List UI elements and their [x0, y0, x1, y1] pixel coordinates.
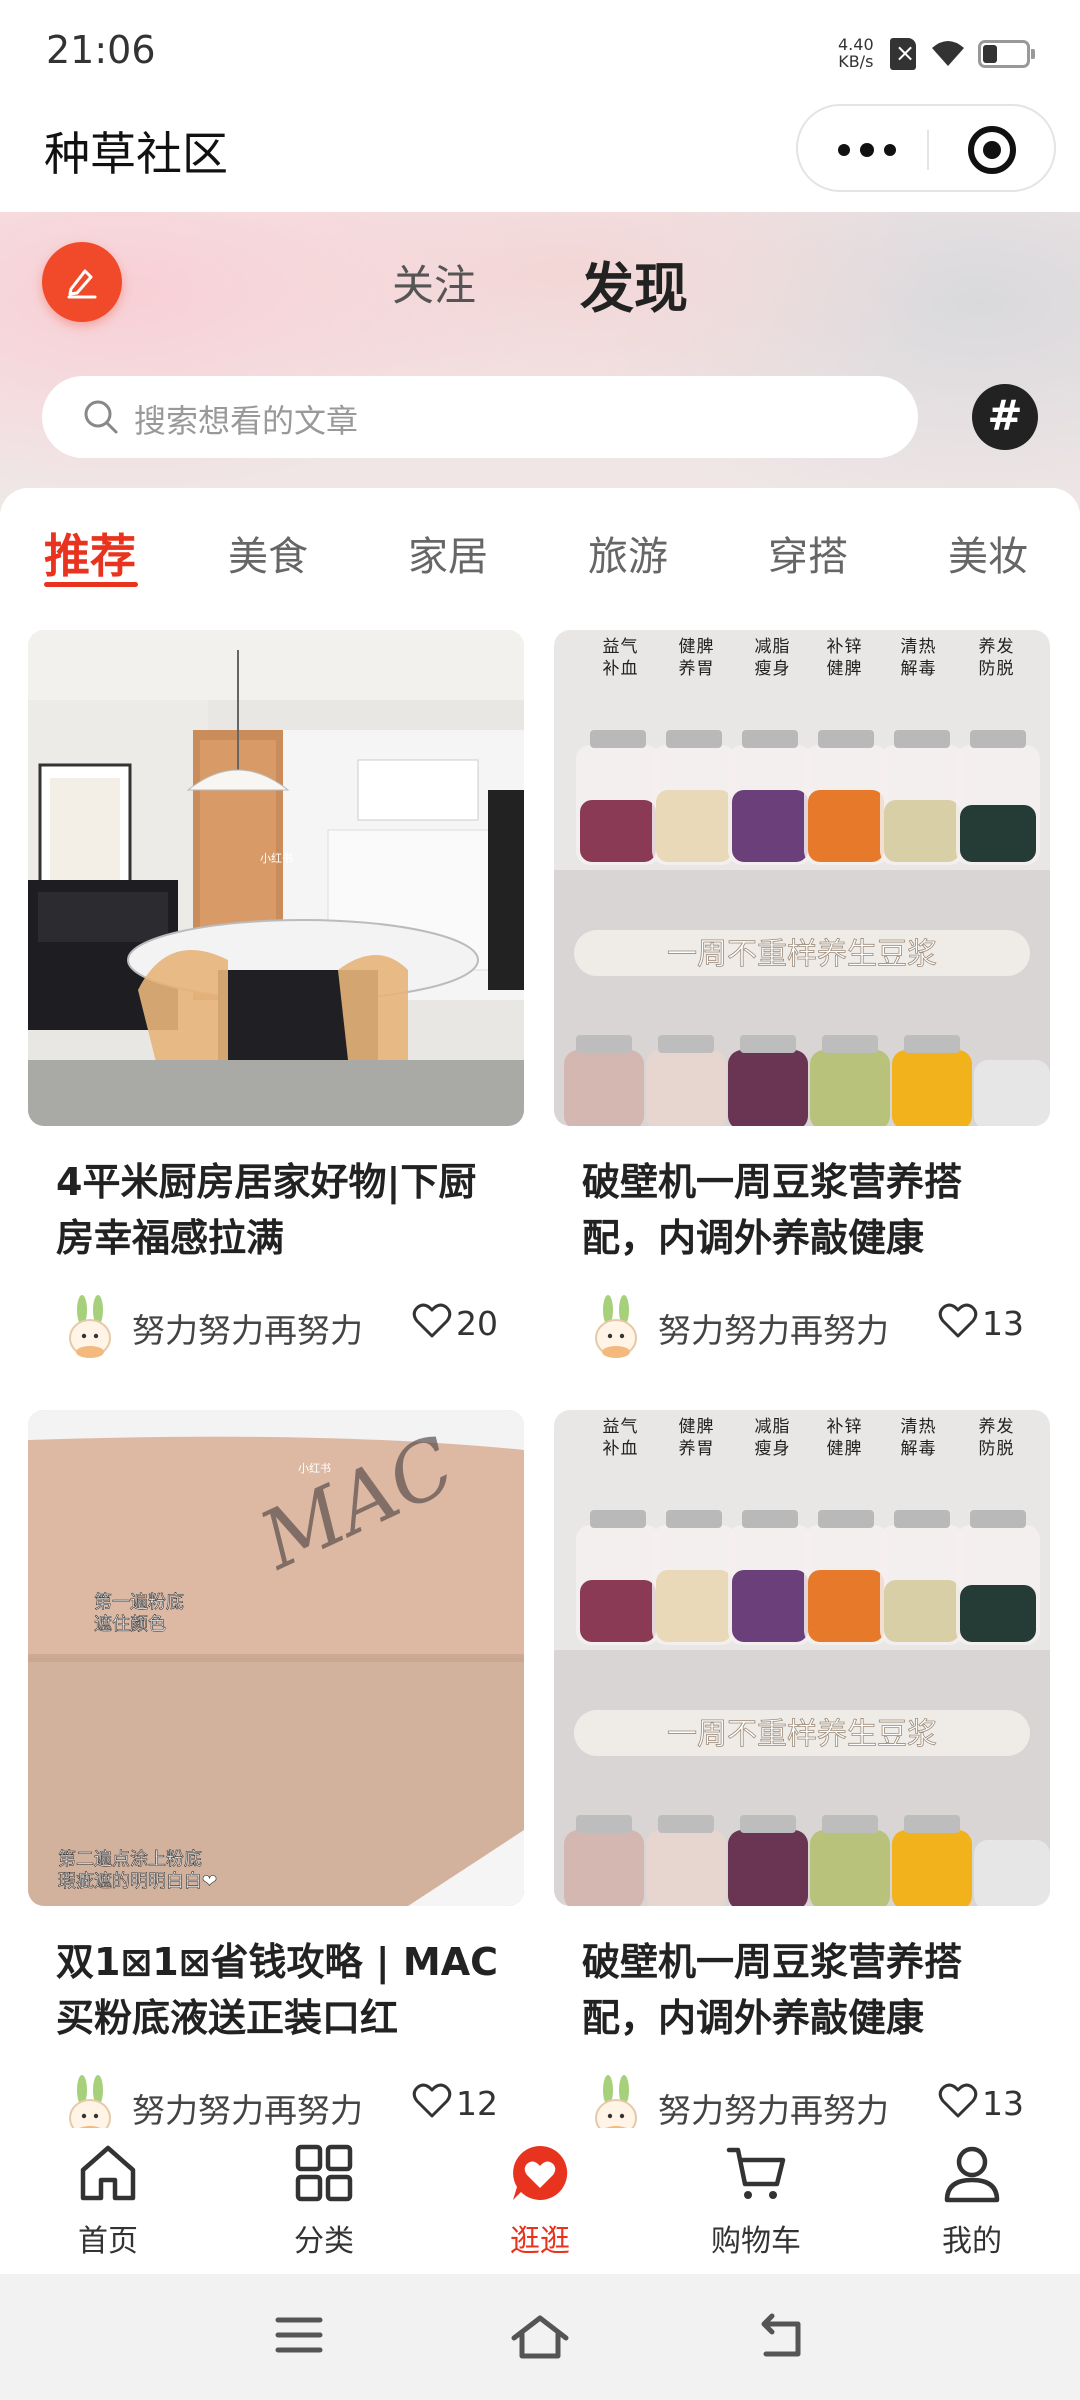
- home-nav-icon[interactable]: [510, 2312, 570, 2362]
- menu-icon[interactable]: [274, 2312, 324, 2358]
- article-title: 破壁机一周豆浆营养搭配，内调外养敲健康: [582, 1940, 963, 2040]
- heart-outline-icon[interactable]: [412, 1302, 452, 1340]
- category-recommend[interactable]: 推荐: [44, 520, 136, 586]
- battery-icon: [978, 40, 1035, 68]
- status-bar: 21:06 4.40 KB/s: [0, 0, 1080, 100]
- capsule-divider: [927, 130, 929, 170]
- status-time: 21:06: [46, 28, 156, 72]
- tab-label: 我的: [942, 2224, 1002, 2259]
- tab-profile[interactable]: 我的: [897, 2128, 1047, 2274]
- like-count: 12: [456, 2084, 498, 2123]
- category-travel[interactable]: 旅游: [588, 524, 668, 582]
- community-header: 关注 发现 搜索想看的文章 #: [0, 212, 1080, 512]
- wifi-icon: [932, 41, 964, 66]
- heart-outline-icon[interactable]: [938, 2082, 978, 2120]
- article-cover-image: MAC 小红书 第一遍粉底遮住颜色 第二遍点涂上粉底瑕疵遮的明明白白❤: [28, 1410, 524, 1906]
- dot-icon: [838, 144, 850, 156]
- article-feed: 小红书 4平米厨房居家好物|下厨房幸福感拉满 努力努力再努力 20 益气补血 健…: [0, 618, 1080, 2138]
- author-name: 努力努力再努力: [658, 2091, 889, 2130]
- like-count: 13: [982, 2084, 1024, 2123]
- active-category-indicator: [44, 582, 138, 587]
- article-cover-image: 益气补血 健脾养胃 减脂瘦身 补锌健脾 清热解毒 养发防脱 一周不重样养生豆浆: [554, 630, 1050, 1126]
- more-options-button[interactable]: [828, 120, 908, 176]
- heart-outline-icon[interactable]: [412, 2082, 452, 2120]
- like-count: 13: [982, 1304, 1024, 1343]
- tab-follow[interactable]: 关注: [392, 252, 476, 313]
- edit-icon: [67, 269, 97, 299]
- page-title: 种草社区: [44, 127, 228, 181]
- dot-icon: [884, 144, 896, 156]
- heart-outline-icon[interactable]: [938, 1302, 978, 1340]
- rabbit-avatar-icon: [595, 1295, 637, 1358]
- cover-caption: 一周不重样养生豆浆: [667, 937, 937, 972]
- author-name: 努力努力再努力: [132, 1311, 363, 1350]
- article-card[interactable]: 益气补血 健脾养胃 减脂瘦身 补锌健脾 清热解毒 养发防脱 一周不重样养生豆浆 …: [554, 1398, 1050, 2138]
- article-title: 破壁机一周豆浆营养搭配，内调外养敲健康: [582, 1160, 963, 1260]
- publish-post-button[interactable]: [42, 242, 122, 322]
- category-makeup[interactable]: 美妆: [948, 524, 1028, 582]
- watermark-text: 小红书: [260, 852, 293, 865]
- author-name: 努力努力再努力: [658, 1311, 889, 1350]
- home-icon: [80, 2145, 136, 2201]
- network-speed-value: 4.40: [838, 35, 874, 54]
- tab-discover-feed[interactable]: 逛逛: [465, 2128, 615, 2274]
- article-title: 4平米厨房居家好物|下厨房幸福感拉满: [56, 1160, 477, 1260]
- search-input[interactable]: 搜索想看的文章: [42, 376, 918, 458]
- author-name: 努力努力再努力: [132, 2091, 363, 2130]
- tab-discover[interactable]: 发现: [580, 244, 688, 323]
- search-icon: [84, 400, 118, 434]
- watermark-text: 小红书: [298, 1462, 331, 1475]
- rabbit-avatar-icon: [69, 1295, 111, 1358]
- tab-label: 首页: [78, 2224, 138, 2259]
- hashtag-icon: #: [987, 391, 1023, 440]
- network-speed-unit: KB/s: [838, 52, 874, 71]
- article-card[interactable]: 小红书 4平米厨房居家好物|下厨房幸福感拉满 努力努力再努力 20: [28, 618, 524, 1378]
- system-navigation-bar: [0, 2274, 1080, 2400]
- tab-label: 购物车: [711, 2224, 801, 2259]
- article-card[interactable]: 益气补血 健脾养胃 减脂瘦身 补锌健脾 清热解毒 养发防脱 一周不重样养生豆浆 …: [554, 618, 1050, 1378]
- topics-button[interactable]: #: [972, 384, 1038, 450]
- category-food[interactable]: 美食: [228, 524, 308, 582]
- cart-icon: [726, 2147, 786, 2199]
- mini-program-capsule: [796, 104, 1056, 192]
- cover-caption: 一周不重样养生豆浆: [667, 1717, 937, 1752]
- category-home[interactable]: 家居: [408, 524, 488, 582]
- dot-icon: [860, 143, 874, 157]
- article-cover-image: 小红书: [28, 630, 524, 1126]
- search-placeholder: 搜索想看的文章: [134, 402, 359, 440]
- article-cover-image: 益气补血 健脾养胃 减脂瘦身 补锌健脾 清热解毒 养发防脱 一周不重样养生豆浆: [554, 1410, 1050, 1906]
- category-grid-icon: [295, 2144, 353, 2202]
- like-count: 20: [456, 1304, 498, 1343]
- article-card[interactable]: MAC 小红书 第一遍粉底遮住颜色 第二遍点涂上粉底瑕疵遮的明明白白❤ 双1⊠1…: [28, 1398, 524, 2138]
- no-sim-icon: [890, 38, 916, 70]
- network-speed: 4.40 KB/s: [838, 36, 874, 70]
- tab-category[interactable]: 分类: [249, 2128, 399, 2274]
- tab-label: 分类: [294, 2224, 354, 2259]
- back-icon[interactable]: [756, 2312, 806, 2362]
- article-title: 双1⊠1⊠省钱攻略 | MAC买粉底液送正装口红: [56, 1940, 499, 2040]
- tab-label: 逛逛: [510, 2224, 570, 2259]
- tab-cart[interactable]: 购物车: [681, 2128, 831, 2274]
- profile-icon: [944, 2146, 1000, 2203]
- bottom-tab-bar: 首页 分类 逛逛 购物车 我的: [0, 2128, 1080, 2274]
- category-tabs: 推荐 美食 家居 旅游 穿搭 美妆: [0, 488, 1080, 618]
- tab-home[interactable]: 首页: [33, 2128, 183, 2274]
- close-mini-program-button[interactable]: [968, 126, 1016, 174]
- category-outfit[interactable]: 穿搭: [768, 524, 848, 582]
- nav-bar: 种草社区: [0, 100, 1080, 212]
- photo-note: 第二遍点涂上粉底瑕疵遮的明明白白❤: [58, 1849, 217, 1892]
- heart-bubble-icon: [513, 2145, 568, 2200]
